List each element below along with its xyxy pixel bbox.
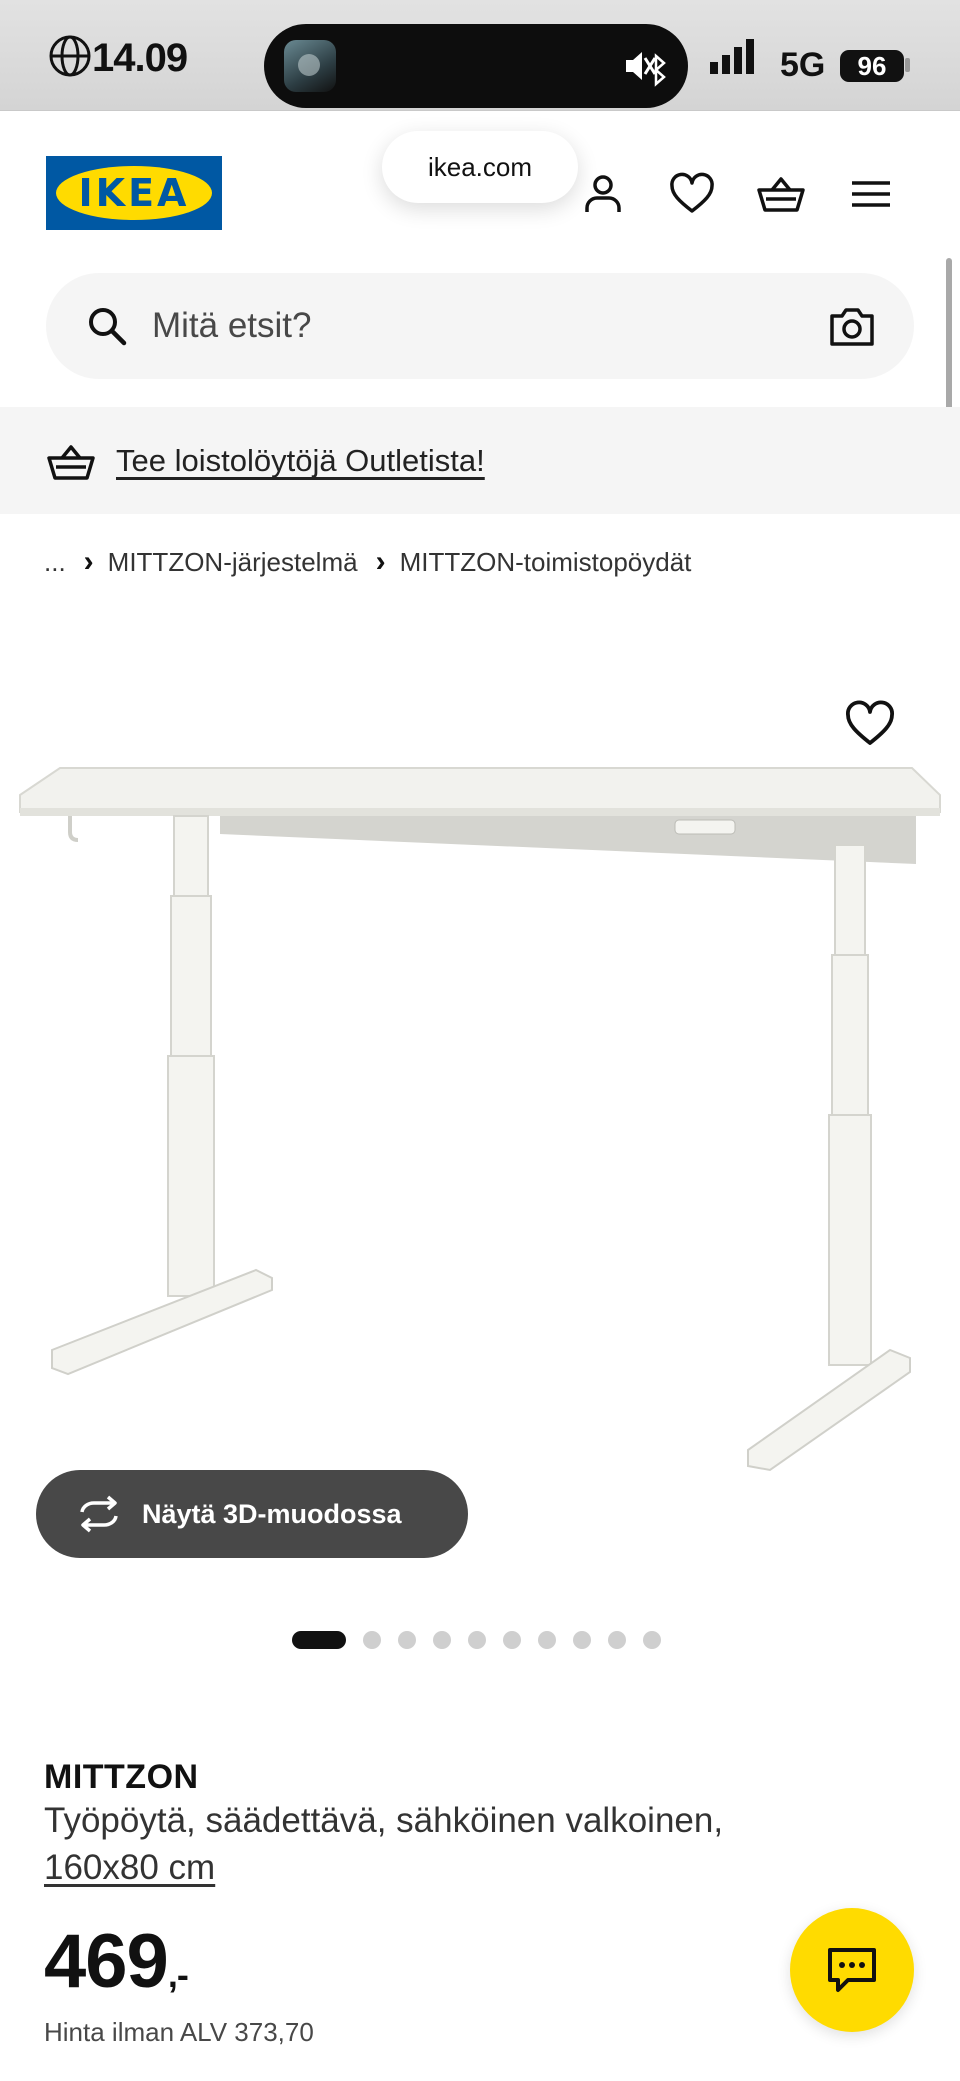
cart-button[interactable]	[756, 169, 806, 219]
outlet-banner[interactable]: Tee loistolöytöjä Outletista!	[0, 407, 960, 514]
view-3d-label: Näytä 3D-muodossa	[142, 1499, 402, 1529]
breadcrumb-item[interactable]: MITTZON-toimistopöydät	[400, 547, 692, 578]
ikea-logo[interactable]: IKEA	[46, 156, 222, 230]
view-3d-button[interactable]: Näytä 3D-muodossa	[36, 1470, 468, 1558]
add-to-favourites-heart-icon[interactable]	[842, 696, 898, 752]
outlet-link[interactable]: Tee loistolöytöjä Outletista!	[116, 407, 485, 514]
price-value: 469	[44, 1919, 169, 2004]
carousel-dot[interactable]	[573, 1631, 591, 1649]
chevron-right-icon: ›	[375, 545, 386, 578]
network-type: 5G	[780, 46, 826, 84]
camera-icon[interactable]	[828, 303, 876, 349]
heart-icon	[670, 172, 714, 213]
rotate-icon	[80, 1495, 118, 1533]
favourites-button[interactable]	[667, 169, 717, 219]
carousel-dot[interactable]	[363, 1631, 381, 1649]
chevron-right-icon: ›	[83, 545, 94, 578]
breadcrumb-item[interactable]: MITTZON-järjestelmä	[108, 547, 358, 578]
menu-button[interactable]	[846, 169, 896, 219]
globe-icon	[49, 35, 91, 77]
status-bar: 14.09 5G 96	[0, 0, 960, 111]
chat-bubble-icon	[828, 1948, 876, 1992]
product-size-link[interactable]: 160x80 cm	[44, 1848, 215, 1888]
carousel-dot[interactable]	[608, 1631, 626, 1649]
account-button[interactable]	[578, 169, 628, 219]
search-bar[interactable]: Mitä etsit?	[46, 273, 914, 379]
carousel-dot[interactable]	[503, 1631, 521, 1649]
basket-icon	[757, 177, 805, 212]
basket-icon	[47, 445, 95, 480]
battery-indicator: 96	[840, 50, 904, 82]
breadcrumb: ... › MITTZON-järjestelmä › MITTZON-toim…	[44, 542, 691, 582]
carousel-dot[interactable]	[398, 1631, 416, 1649]
url-pill[interactable]: ikea.com	[382, 131, 578, 203]
search-icon	[89, 308, 127, 346]
breadcrumb-ellipsis[interactable]: ...	[44, 547, 66, 578]
page-scrollbar[interactable]	[946, 258, 952, 418]
mute-bluetooth-icon	[626, 52, 666, 87]
signal-icon	[710, 39, 754, 74]
site-header: IKEA ikea.com	[0, 111, 960, 261]
image-carousel-indicator	[292, 1631, 661, 1649]
now-playing-thumbnail	[284, 40, 336, 92]
status-time: 14.09	[92, 36, 188, 80]
carousel-dot[interactable]	[468, 1631, 486, 1649]
price-without-vat: Hinta ilman ALV 373,70	[44, 2017, 314, 2047]
user-icon	[585, 175, 621, 212]
hamburger-icon	[852, 181, 890, 207]
chat-button[interactable]	[790, 1908, 914, 2032]
carousel-dot[interactable]	[538, 1631, 556, 1649]
product-price: 469,-	[44, 1918, 189, 2005]
product-description: Työpöytä, säädettävä, sähköinen valkoine…	[44, 1801, 724, 1840]
logo-text: IKEA	[78, 171, 190, 215]
carousel-dot[interactable]	[433, 1631, 451, 1649]
battery-cap	[905, 58, 910, 72]
product-name: MITTZON	[44, 1758, 199, 1796]
dynamic-island[interactable]	[264, 24, 688, 108]
price-suffix: ,-	[167, 1954, 189, 1995]
carousel-dot-active[interactable]	[292, 1631, 346, 1649]
carousel-dot[interactable]	[643, 1631, 661, 1649]
product-image[interactable]	[0, 650, 960, 1580]
search-input[interactable]: Mitä etsit?	[152, 273, 312, 379]
